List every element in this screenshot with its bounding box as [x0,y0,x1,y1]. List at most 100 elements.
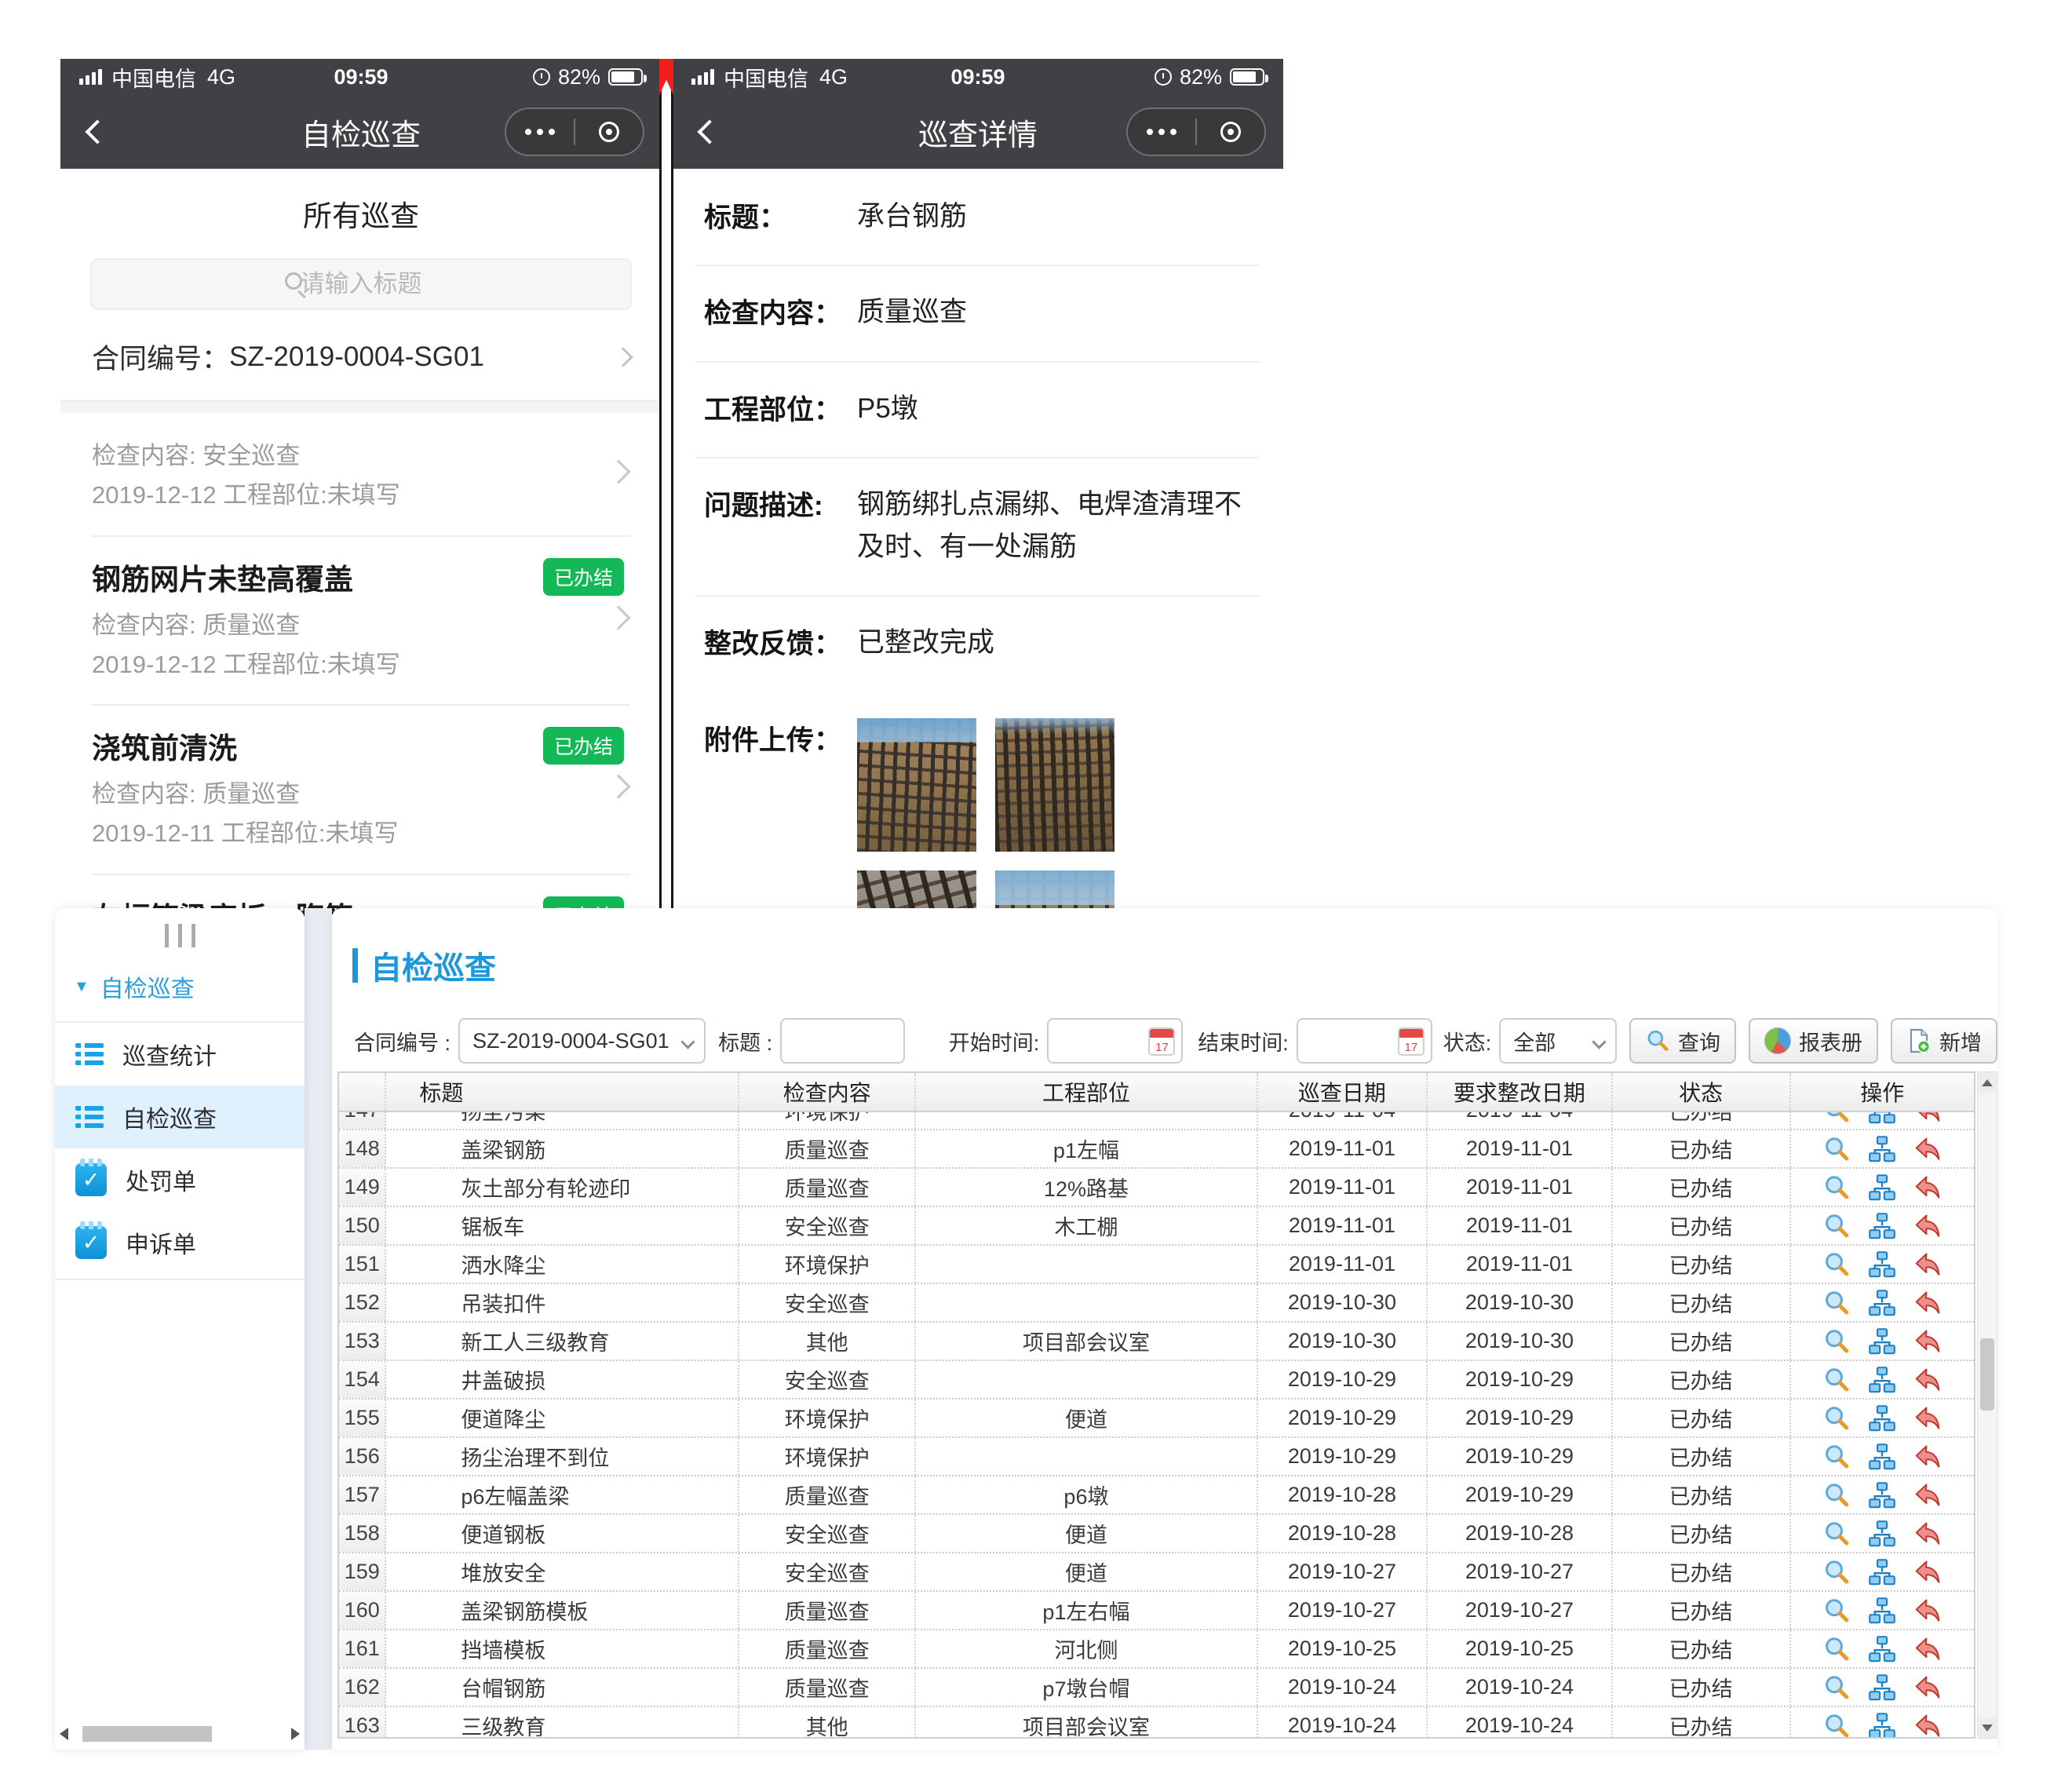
return-icon[interactable] [1913,1173,1942,1202]
table-row[interactable]: 157 p6左幅盖梁 质量巡查 p6墩 2019-10-28 2019-10-2… [339,1476,1974,1515]
workflow-icon[interactable] [1868,1289,1896,1317]
view-icon[interactable] [1822,1112,1851,1125]
list-item[interactable]: 浇筑前清洗 已办结 检查内容: 质量巡查 2019-12-11 工程部位:未填写 [60,704,662,874]
workflow-icon[interactable] [1868,1597,1896,1625]
workflow-icon[interactable] [1868,1112,1896,1125]
return-icon[interactable] [1913,1520,1942,1548]
table-row[interactable]: 163 三级教育 其他 项目部会议室 2019-10-24 2019-10-24… [339,1707,1974,1737]
workflow-icon[interactable] [1868,1250,1896,1279]
view-icon[interactable] [1822,1250,1851,1279]
drag-handle-icon[interactable] [55,908,305,947]
workflow-icon[interactable] [1868,1443,1896,1471]
contract-select[interactable]: SZ-2019-0004-SG01 [458,1018,706,1064]
return-icon[interactable] [1913,1558,1942,1586]
view-icon[interactable] [1822,1481,1851,1509]
view-icon[interactable] [1822,1327,1851,1356]
table-row[interactable]: 150 锯板车 安全巡查 木工棚 2019-11-01 2019-11-01 已… [339,1207,1974,1246]
scroll-up-icon[interactable] [1978,1072,1997,1093]
view-icon[interactable] [1822,1443,1851,1471]
table-row[interactable]: 159 堆放安全 安全巡查 便道 2019-10-27 2019-10-27 已… [339,1553,1974,1592]
title-filter-input[interactable] [782,1020,903,1062]
list-item[interactable]: 检查内容: 安全巡查 2019-12-12 工程部位:未填写 [60,413,662,535]
workflow-icon[interactable] [1868,1404,1896,1433]
list-item[interactable]: 钢筋网片未垫高覆盖 已办结 检查内容: 质量巡查 2019-12-12 工程部位… [60,535,662,705]
view-icon[interactable] [1822,1635,1851,1663]
table-row[interactable]: 154 井盖破损 安全巡查 2019-10-29 2019-10-29 已办结 [339,1361,1974,1400]
scroll-right-icon[interactable] [291,1728,300,1740]
table-row[interactable]: 158 便道钢板 安全巡查 便道 2019-10-28 2019-10-28 已… [339,1515,1974,1553]
attachment-photo[interactable] [857,718,976,852]
return-icon[interactable] [1913,1712,1942,1738]
table-row[interactable]: 148 盖梁钢筋 质量巡查 p1左幅 2019-11-01 2019-11-01… [339,1130,1974,1169]
return-icon[interactable] [1913,1327,1942,1356]
table-row[interactable]: 151 洒水降尘 环境保护 2019-11-01 2019-11-01 已办结 [339,1246,1974,1284]
workflow-icon[interactable] [1868,1327,1896,1356]
sidebar-item[interactable]: ✓ 巡查统计 [55,1023,305,1086]
table-row[interactable]: 147 扬尘污梁 环境保护 2019-11-04 2019-11-04 已办结 [339,1112,1974,1130]
workflow-icon[interactable] [1868,1558,1896,1586]
return-icon[interactable] [1913,1597,1942,1625]
table-row[interactable]: 149 灰土部分有轮迹印 质量巡查 12%路基 2019-11-01 2019-… [339,1169,1974,1207]
toolbar-button[interactable]: 查询 [1629,1018,1736,1064]
return-icon[interactable] [1913,1112,1942,1125]
return-icon[interactable] [1913,1366,1942,1394]
calendar-icon[interactable]: 17 [1148,1027,1175,1056]
view-icon[interactable] [1822,1289,1851,1317]
toolbar-button[interactable]: 新增 [1891,1018,1997,1064]
view-icon[interactable] [1822,1366,1851,1394]
sidebar-item[interactable]: ✓ 自检巡查 [55,1086,305,1148]
table-row[interactable]: 153 新工人三级教育 其他 项目部会议室 2019-10-30 2019-10… [339,1323,1974,1361]
workflow-icon[interactable] [1868,1712,1896,1738]
workflow-icon[interactable] [1868,1635,1896,1663]
table-row[interactable]: 162 台帽钢筋 质量巡查 p7墩台帽 2019-10-24 2019-10-2… [339,1669,1974,1707]
table-row[interactable]: 156 扬尘治理不到位 环境保护 2019-10-29 2019-10-29 已… [339,1438,1974,1476]
view-icon[interactable] [1822,1212,1851,1240]
calendar-icon[interactable]: 17 [1398,1027,1424,1056]
contract-row[interactable]: 合同编号： SZ-2019-0004-SG01 [60,310,662,400]
view-icon[interactable] [1822,1558,1851,1586]
sidebar-item[interactable]: ✓ 申诉单 [55,1211,305,1274]
workflow-icon[interactable] [1868,1481,1896,1509]
attachment-photo[interactable] [995,718,1114,852]
return-icon[interactable] [1913,1404,1942,1433]
close-icon[interactable] [1197,122,1264,142]
view-icon[interactable] [1822,1597,1851,1625]
scroll-left-icon[interactable] [60,1728,68,1740]
table-row[interactable]: 161 挡墙模板 质量巡查 河北侧 2019-10-25 2019-10-25 … [339,1630,1974,1669]
workflow-icon[interactable] [1868,1673,1896,1702]
table-row[interactable]: 155 便道降尘 环境保护 便道 2019-10-29 2019-10-29 已… [339,1400,1974,1438]
view-icon[interactable] [1822,1520,1851,1548]
table-row[interactable]: 160 盖梁钢筋模板 质量巡查 p1左右幅 2019-10-27 2019-10… [339,1592,1974,1630]
table-row[interactable]: 152 吊装扣件 安全巡查 2019-10-30 2019-10-30 已办结 [339,1284,1974,1323]
scroll-down-icon[interactable] [1978,1717,1997,1738]
field-label: 工程部位： [704,388,857,430]
close-icon[interactable] [575,122,643,142]
search-input[interactable] [90,258,632,310]
view-icon[interactable] [1822,1712,1851,1738]
workflow-icon[interactable] [1868,1366,1896,1394]
workflow-icon[interactable] [1868,1135,1896,1163]
return-icon[interactable] [1913,1135,1942,1163]
scrollbar-thumb[interactable] [82,1726,212,1742]
return-icon[interactable] [1913,1635,1942,1663]
return-icon[interactable] [1913,1673,1942,1702]
workflow-icon[interactable] [1868,1520,1896,1548]
view-icon[interactable] [1822,1173,1851,1202]
view-icon[interactable] [1822,1673,1851,1702]
return-icon[interactable] [1913,1481,1942,1509]
return-icon[interactable] [1913,1212,1942,1240]
sidebar-tree-root[interactable]: ▼ 自检巡查 [55,947,305,1023]
scrollbar-thumb[interactable] [1980,1338,1994,1411]
sidebar-item[interactable]: ✓ 处罚单 [55,1148,305,1211]
workflow-icon[interactable] [1868,1212,1896,1240]
workflow-icon[interactable] [1868,1173,1896,1202]
view-icon[interactable] [1822,1404,1851,1433]
toolbar-button[interactable]: 报表册 [1749,1018,1878,1064]
return-icon[interactable] [1913,1250,1942,1279]
more-icon[interactable] [506,129,574,135]
return-icon[interactable] [1913,1443,1942,1471]
view-icon[interactable] [1822,1135,1851,1163]
return-icon[interactable] [1913,1289,1942,1317]
status-select[interactable]: 全部 [1499,1018,1617,1064]
more-icon[interactable] [1128,129,1195,135]
